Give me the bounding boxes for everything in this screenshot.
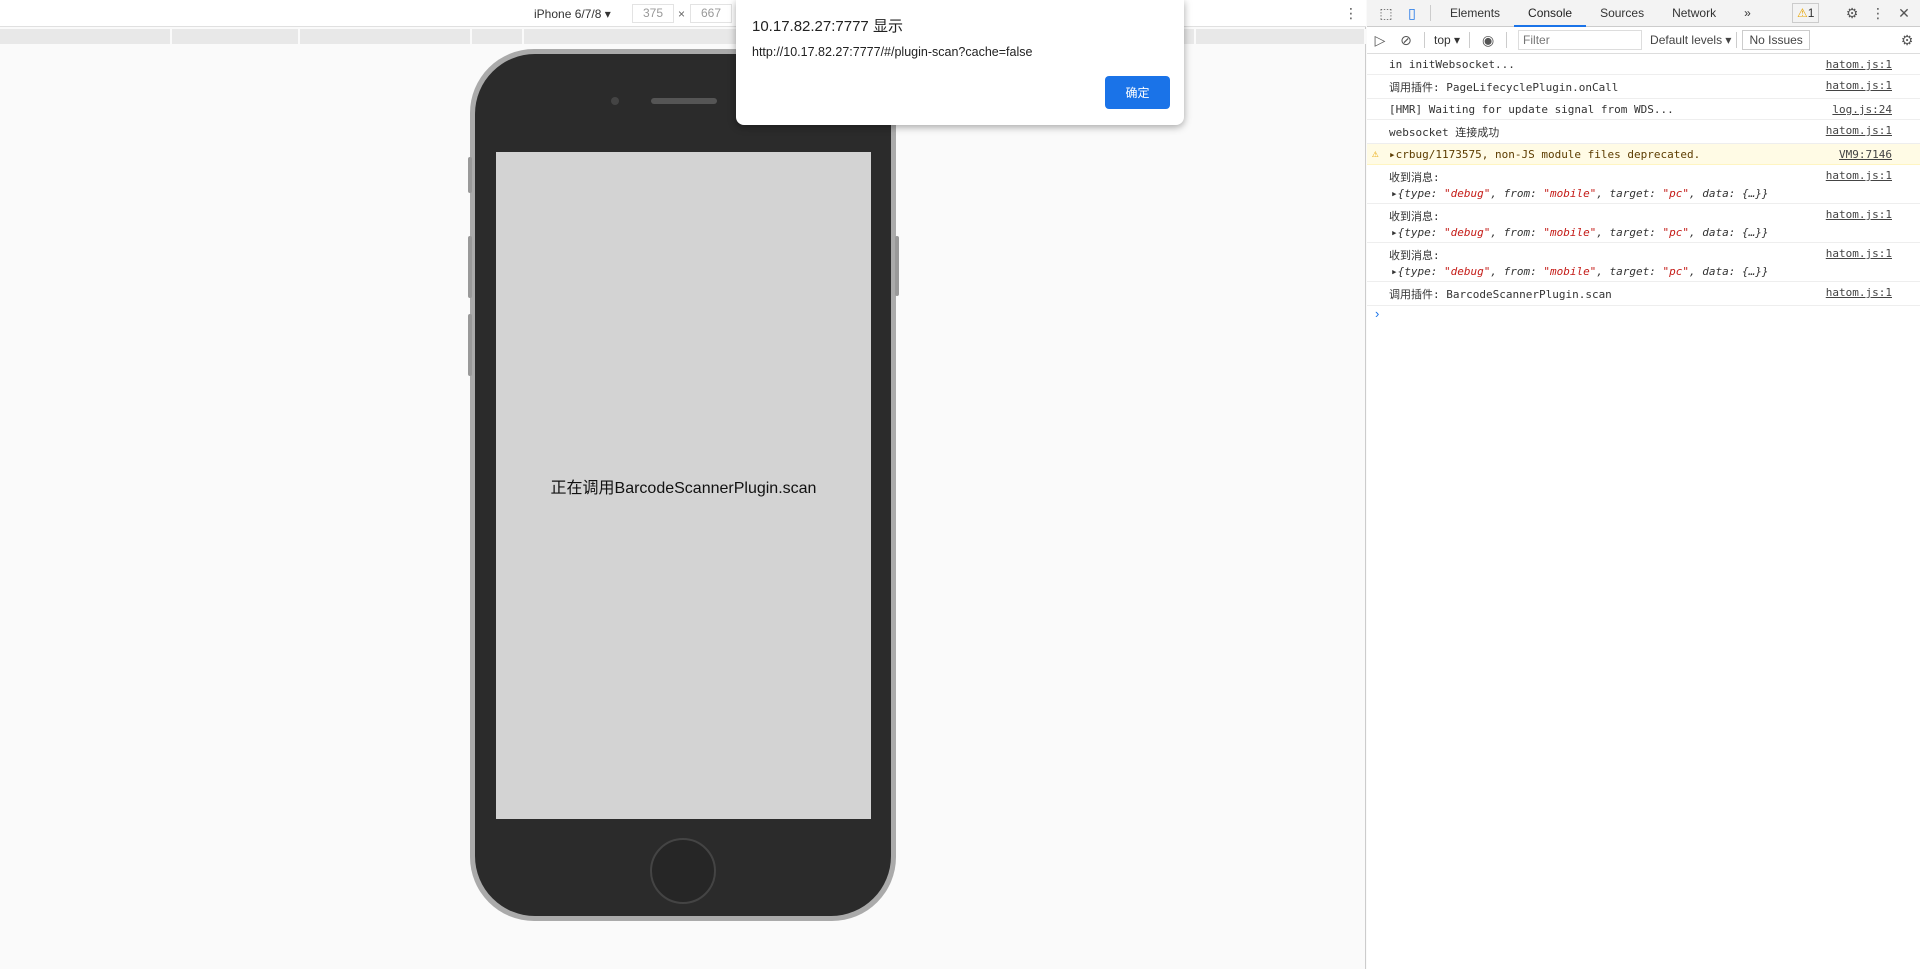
- source-link[interactable]: hatom.js:1: [1826, 79, 1892, 92]
- filter-input[interactable]: [1518, 30, 1643, 50]
- object-preview[interactable]: ▸{type: "debug", from: "mobile", target:…: [1389, 265, 1920, 278]
- console-message: websocket 连接成功 hatom.js:1: [1367, 120, 1920, 144]
- console-message: 调用插件: BarcodeScannerPlugin.scan hatom.js:…: [1367, 282, 1920, 306]
- console-message: [HMR] Waiting for update signal from WDS…: [1367, 99, 1920, 120]
- tab-network[interactable]: Network: [1658, 0, 1730, 27]
- warning-icon: ⚠: [1372, 147, 1379, 160]
- inspect-icon[interactable]: ⬚: [1373, 5, 1399, 22]
- warning-count: 1: [1807, 6, 1815, 20]
- message-text: websocket 连接成功: [1389, 126, 1500, 139]
- message-text: 收到消息:: [1389, 210, 1440, 223]
- more-options-icon[interactable]: ⋮: [1344, 5, 1358, 22]
- source-link[interactable]: VM9:7146: [1839, 148, 1892, 161]
- levels-select[interactable]: Default levels ▾: [1650, 33, 1731, 47]
- device-name: iPhone 6/7/8: [534, 7, 602, 21]
- issues-button[interactable]: No Issues: [1742, 30, 1810, 50]
- height-input[interactable]: 667: [690, 4, 732, 23]
- camera-icon: [611, 97, 619, 105]
- console-message: 收到消息: hatom.js:1 ▸{type: "debug", from: "m…: [1367, 204, 1920, 243]
- clear-console-icon[interactable]: ⊘: [1393, 32, 1419, 49]
- tab-elements[interactable]: Elements: [1436, 0, 1514, 27]
- source-link[interactable]: hatom.js:1: [1826, 58, 1892, 71]
- message-text: 调用插件: PageLifecyclePlugin.onCall: [1389, 81, 1619, 94]
- console-message: in initWebsocket... hatom.js:1: [1367, 54, 1920, 75]
- dialog-title: 10.17.82.27:7777 显示: [752, 18, 903, 35]
- console-settings-icon[interactable]: ⚙: [1894, 32, 1920, 49]
- source-link[interactable]: hatom.js:1: [1826, 208, 1892, 221]
- message-text: 收到消息:: [1389, 171, 1440, 184]
- ok-button[interactable]: 确定: [1105, 76, 1170, 109]
- console-message: 调用插件: PageLifecyclePlugin.onCall hatom.js…: [1367, 75, 1920, 99]
- sidebar-toggle-icon[interactable]: ▷: [1367, 32, 1393, 49]
- object-preview[interactable]: ▸{type: "debug", from: "mobile", target:…: [1389, 226, 1920, 239]
- console-message: ⚠ ▸crbug/1173575, non-JS module files dep…: [1367, 144, 1920, 165]
- device-toggle-icon[interactable]: ▯: [1399, 5, 1425, 22]
- devtools-panel: ⬚ ▯ Elements Console Sources Network » ⚠…: [1367, 0, 1920, 969]
- object-preview[interactable]: ▸{type: "debug", from: "mobile", target:…: [1389, 187, 1920, 200]
- close-icon[interactable]: ✕: [1891, 5, 1917, 22]
- console-prompt[interactable]: ›: [1367, 306, 1920, 321]
- message-text: [HMR] Waiting for update signal from WDS…: [1389, 103, 1674, 116]
- expand-arrow-icon[interactable]: ▸: [1391, 187, 1398, 200]
- source-link[interactable]: hatom.js:1: [1826, 286, 1892, 299]
- phone-screen: 正在调用BarcodeScannerPlugin.scan: [496, 152, 871, 819]
- expand-arrow-icon[interactable]: ▸: [1391, 226, 1398, 239]
- message-text: crbug/1173575, non-JS module files depre…: [1395, 148, 1701, 161]
- source-link[interactable]: hatom.js:1: [1826, 247, 1892, 260]
- source-link[interactable]: hatom.js:1: [1826, 169, 1892, 182]
- devtools-tabbar: ⬚ ▯ Elements Console Sources Network » ⚠…: [1367, 0, 1920, 27]
- context-select[interactable]: top ▾: [1430, 33, 1464, 47]
- warning-icon: ⚠: [1797, 6, 1808, 20]
- times-sign: ×: [678, 7, 686, 21]
- width-input[interactable]: 375: [632, 4, 674, 23]
- levels-label: Default levels: [1650, 33, 1723, 47]
- device-select[interactable]: iPhone 6/7/8 ▾: [534, 7, 611, 21]
- console-toolbar: ▷ ⊘ top ▾ ◉ Default levels ▾ No Issues ⚙: [1367, 27, 1920, 54]
- dialog-message: http://10.17.82.27:7777/#/plugin-scan?ca…: [752, 45, 1033, 59]
- console-log-list: in initWebsocket... hatom.js:1 调用插件: PageL…: [1367, 54, 1920, 306]
- eye-icon[interactable]: ◉: [1475, 32, 1501, 49]
- expand-arrow-icon[interactable]: ▸: [1389, 148, 1396, 161]
- console-message: 收到消息: hatom.js:1 ▸{type: "debug", from: "m…: [1367, 165, 1920, 204]
- status-text: 正在调用BarcodeScannerPlugin.scan: [550, 479, 817, 497]
- settings-icon[interactable]: ⚙: [1839, 5, 1865, 22]
- message-text: 调用插件: BarcodeScannerPlugin.scan: [1389, 288, 1612, 301]
- tab-console[interactable]: Console: [1514, 0, 1587, 27]
- more-icon[interactable]: ⋮: [1865, 5, 1891, 22]
- home-button[interactable]: [650, 838, 716, 904]
- message-text: in initWebsocket...: [1389, 58, 1515, 71]
- expand-arrow-icon[interactable]: ▸: [1391, 265, 1398, 278]
- console-message: 收到消息: hatom.js:1 ▸{type: "debug", from: "m…: [1367, 243, 1920, 282]
- speaker: [651, 98, 717, 104]
- tab-sources[interactable]: Sources: [1586, 0, 1658, 27]
- source-link[interactable]: log.js:24: [1832, 103, 1892, 116]
- source-link[interactable]: hatom.js:1: [1826, 124, 1892, 137]
- alert-dialog: 10.17.82.27:7777 显示 http://10.17.82.27:7…: [736, 0, 1184, 125]
- warnings-badge[interactable]: ⚠1: [1792, 3, 1820, 23]
- message-text: 收到消息:: [1389, 249, 1440, 262]
- more-tabs-button[interactable]: »: [1730, 0, 1765, 27]
- context-label: top: [1434, 33, 1451, 47]
